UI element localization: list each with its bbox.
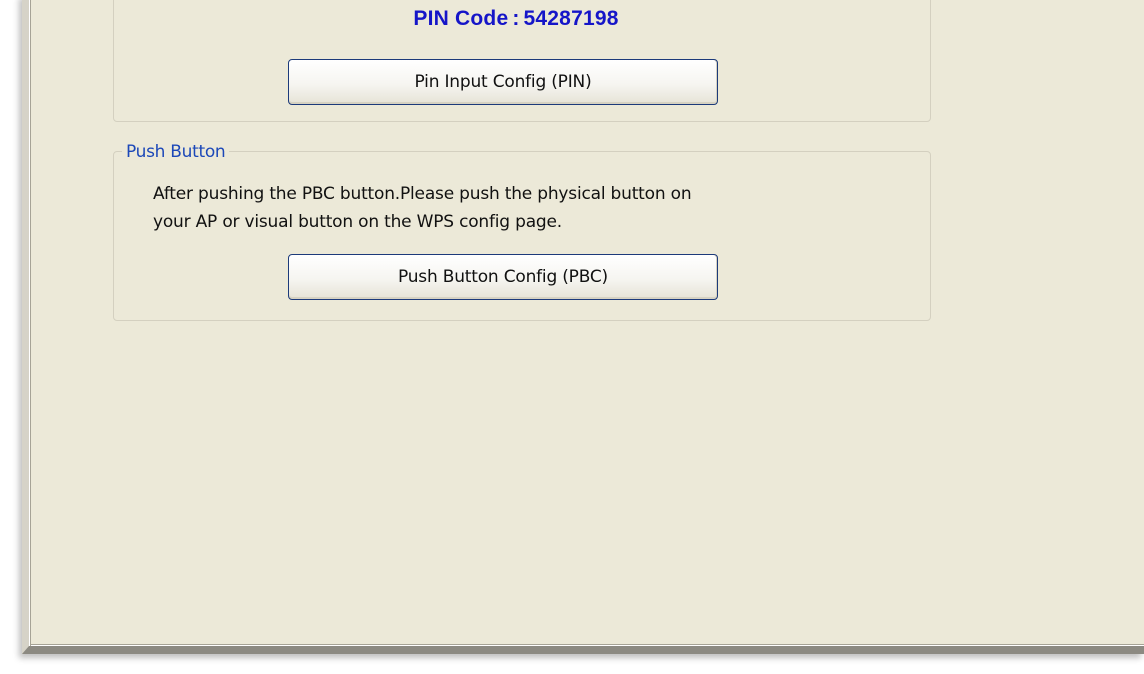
pin-code-label: PIN Code bbox=[413, 7, 509, 30]
pbc-instructions-line-2: your AP or visual button on the WPS conf… bbox=[153, 212, 562, 232]
push-button-config-button-label: Push Button Config (PBC) bbox=[397, 267, 608, 287]
push-button-group-title: Push Button bbox=[122, 141, 230, 163]
pin-code-display: PIN Code:54287198 bbox=[0, 4, 1032, 34]
screen: PIN Code:54287198 Pin Input Config (PIN)… bbox=[0, 0, 1144, 674]
pbc-instructions-line-1: After pushing the PBC button.Please push… bbox=[153, 184, 692, 204]
pin-input-config-button-label: Pin Input Config (PIN) bbox=[414, 72, 592, 92]
pin-code-value: 54287198 bbox=[523, 7, 619, 30]
pin-code-separator: : bbox=[512, 7, 520, 30]
push-button-config-button[interactable]: Push Button Config (PBC) bbox=[288, 254, 718, 300]
pbc-instructions: After pushing the PBC button.Please push… bbox=[153, 180, 913, 236]
pin-input-config-button[interactable]: Pin Input Config (PIN) bbox=[288, 59, 718, 105]
